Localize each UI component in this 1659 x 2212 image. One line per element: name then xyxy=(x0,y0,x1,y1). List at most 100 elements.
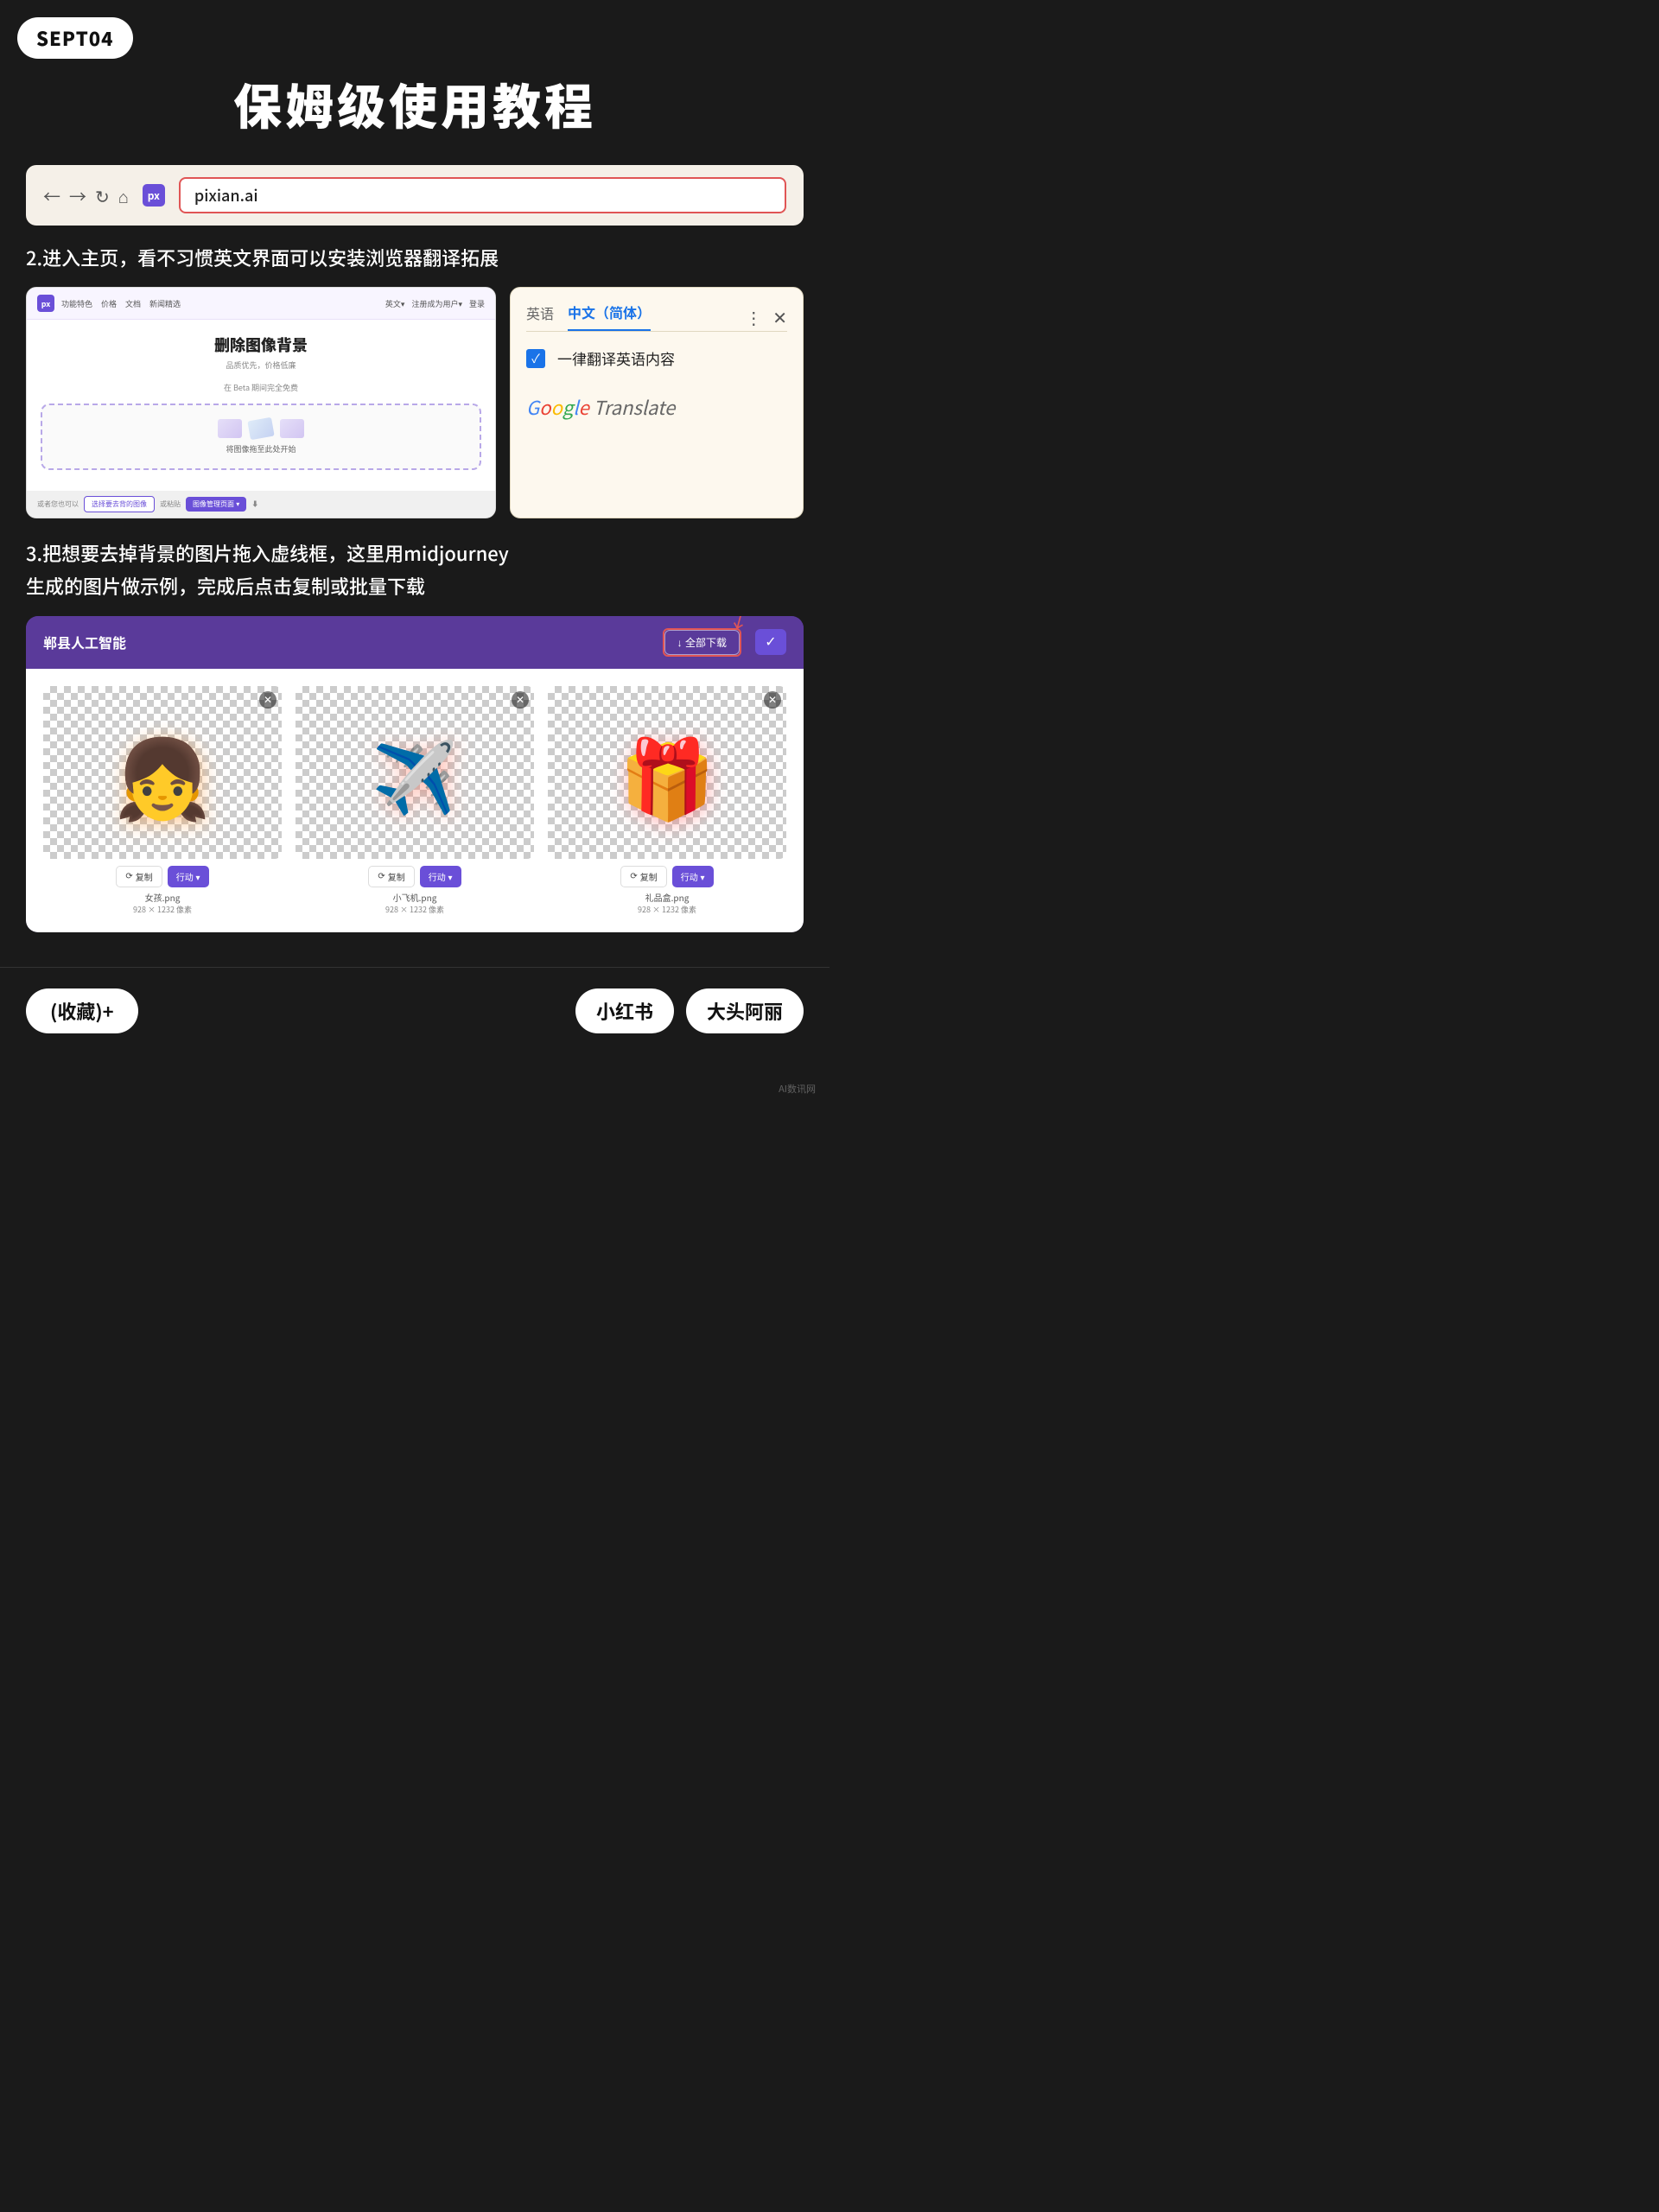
refresh-icon[interactable]: ↻ xyxy=(95,183,110,208)
card-actions-plane: ⟳ 复制 行动 ▾ xyxy=(296,866,534,887)
footer-tag-author: 大头阿丽 xyxy=(686,988,804,1033)
translate-option-text: 一律翻译英语内容 xyxy=(557,347,675,369)
translate-tab-source[interactable]: 英语 xyxy=(526,302,554,330)
download-icon: ⬇ xyxy=(251,499,258,509)
address-bar[interactable]: pixian.ai xyxy=(179,177,786,213)
image-preview-girl: ✕ 👧 xyxy=(43,686,282,859)
step2-description: 2.进入主页，看不习惯英文界面可以安装浏览器翻译拓展 xyxy=(26,243,804,273)
close-icon-girl[interactable]: ✕ xyxy=(259,691,276,709)
action-button-girl[interactable]: 行动 ▾ xyxy=(168,866,209,887)
copy-icon-plane: ⟳ xyxy=(378,872,385,881)
image-preview-gift: ✕ 🎁 xyxy=(548,686,786,859)
translate-tab-target[interactable]: 中文（简体） xyxy=(568,302,651,331)
copy-button-gift[interactable]: ⟳ 复制 xyxy=(620,866,666,887)
close-icon-plane[interactable]: ✕ xyxy=(512,691,529,709)
pixian-site-panel: px 功能特色 价格 文档 新闻精选 英文▾ 注册成为用户▾ 登录 删除图像背景… xyxy=(26,287,496,518)
filesize-girl: 928 × 1232 像素 xyxy=(43,904,282,915)
translate-popup-panel: 英语 中文（简体） ⋮ ✕ ✓ 一律翻译英语内容 Google Translat… xyxy=(510,287,804,518)
image-preview-plane: ✕ ✈️ xyxy=(296,686,534,859)
process-header: 郸县人工智能 ↓ ↓ 全部下载 ✓ xyxy=(26,616,804,669)
copy-button-girl[interactable]: ⟳ 复制 xyxy=(116,866,162,887)
lang-select[interactable]: 英文▾ xyxy=(385,298,405,309)
step3-description: 3.把想要去掉背景的图片拖入虚线框，这里用midjourney生成的图片做示例，… xyxy=(26,537,804,602)
watermark: AI数讯网 xyxy=(779,1082,816,1096)
browser-extension-icon: px xyxy=(143,184,165,207)
image-card-girl: ✕ 👧 ⟳ 复制 行动 ▾ 女孩.png 928 × 1232 像素 xyxy=(43,686,282,915)
copy-button-plane[interactable]: ⟳ 复制 xyxy=(368,866,414,887)
footer-tag-xiaohongshu: 小红书 xyxy=(575,988,674,1033)
filename-plane: 小飞机.png xyxy=(296,891,534,904)
pixian-content: 删除图像背景 品质优先，价格低廉 在 Beta 期间完全免费 将图像拖至此处开始 xyxy=(27,320,495,491)
upload-icon-1 xyxy=(218,419,242,438)
two-panel-section: px 功能特色 价格 文档 新闻精选 英文▾ 注册成为用户▾ 登录 删除图像背景… xyxy=(26,287,804,518)
pixian-logo: px xyxy=(37,295,54,312)
process-panel: 郸县人工智能 ↓ ↓ 全部下载 ✓ ✕ 👧 ⟳ 复制 行动 ▾ xyxy=(26,616,804,932)
plane-image-placeholder: ✈️ xyxy=(372,722,458,823)
action-button-gift[interactable]: 行动 ▾ xyxy=(672,866,714,887)
process-content: ✕ 👧 ⟳ 复制 行动 ▾ 女孩.png 928 × 1232 像素 ✕ ✈️ xyxy=(26,669,804,932)
action-button-plane[interactable]: 行动 ▾ xyxy=(420,866,461,887)
pixian-topbar: px 功能特色 价格 文档 新闻精选 英文▾ 注册成为用户▾ 登录 xyxy=(27,288,495,320)
register-btn[interactable]: 注册成为用户▾ xyxy=(411,298,462,309)
google-o1-letter: o xyxy=(539,393,550,421)
google-translate-logo: Google Translate xyxy=(526,393,787,421)
filename-girl: 女孩.png xyxy=(43,891,282,904)
image-card-plane: ✕ ✈️ ⟳ 复制 行动 ▾ 小飞机.png 928 × 1232 像素 xyxy=(296,686,534,915)
pixian-main-title: 删除图像背景 xyxy=(41,334,481,356)
image-manager-button[interactable]: 图像管理页面 ▾ xyxy=(186,497,246,512)
translate-option: ✓ 一律翻译英语内容 xyxy=(511,332,803,385)
footer-tags: 小红书 大头阿丽 xyxy=(575,988,804,1033)
upload-icon-3 xyxy=(280,419,304,438)
header-badge: SEPT04 xyxy=(17,17,133,59)
image-card-gift: ✕ 🎁 ⟳ 复制 行动 ▾ 礼品盒.png 928 × 1232 像素 xyxy=(548,686,786,915)
close-icon-gift[interactable]: ✕ xyxy=(764,691,781,709)
download-btn-wrapper: ↓ 全部下载 xyxy=(663,628,741,657)
page-title: 保姆级使用教程 xyxy=(0,69,830,139)
or-paste-label: 或粘贴 xyxy=(160,499,181,509)
footer-collect-label: (收藏)+ xyxy=(26,988,138,1033)
translate-checkbox[interactable]: ✓ xyxy=(526,349,545,368)
translate-word: Translate xyxy=(594,393,676,421)
nav-item-features: 功能特色 xyxy=(61,298,92,309)
google-o2-letter: o xyxy=(551,393,563,421)
page-footer: (收藏)+ 小红书 大头阿丽 xyxy=(0,967,830,1054)
translate-header: 英语 中文（简体） ⋮ ✕ xyxy=(511,288,803,331)
upload-icons xyxy=(56,419,466,438)
girl-image-placeholder: 👧 xyxy=(114,716,211,829)
pixian-nav-right: 英文▾ 注册成为用户▾ 登录 xyxy=(385,298,485,309)
pixian-sub1: 品质优先，价格低廉 xyxy=(41,359,481,372)
nav-item-news: 新闻精选 xyxy=(149,298,181,309)
filesize-gift: 928 × 1232 像素 xyxy=(548,904,786,915)
back-icon[interactable]: ← xyxy=(43,183,60,208)
pixian-footer-bar: 或者您也可以 选择要去背的图像 或粘贴 图像管理页面 ▾ ⬇ xyxy=(27,491,495,518)
copy-icon-gift: ⟳ xyxy=(630,872,637,881)
translate-close-icon[interactable]: ✕ xyxy=(772,304,787,329)
login-btn[interactable]: 登录 xyxy=(469,298,485,309)
upload-text: 将图像拖至此处开始 xyxy=(56,443,466,454)
pixian-sub2: 在 Beta 期间完全免费 xyxy=(41,382,481,394)
translate-more-icon[interactable]: ⋮ xyxy=(745,304,762,329)
copy-label-plane: 复制 xyxy=(388,870,405,883)
check-button[interactable]: ✓ xyxy=(755,629,786,655)
select-image-button[interactable]: 选择要去背的图像 xyxy=(84,496,155,512)
process-header-title: 郸县人工智能 xyxy=(43,632,663,652)
forward-icon[interactable]: → xyxy=(69,183,86,208)
nav-item-docs: 文档 xyxy=(125,298,141,309)
home-icon[interactable]: ⌂ xyxy=(118,183,129,208)
copy-label-girl: 复制 xyxy=(136,870,153,883)
copy-label-gift: 复制 xyxy=(640,870,658,883)
browser-bar: ← → ↻ ⌂ px pixian.ai xyxy=(26,165,804,226)
card-actions-girl: ⟳ 复制 行动 ▾ xyxy=(43,866,282,887)
filename-gift: 礼品盒.png xyxy=(548,891,786,904)
translate-actions: ⋮ ✕ xyxy=(745,304,787,329)
google-g2-letter: g xyxy=(563,393,573,421)
download-all-button[interactable]: ↓ 全部下载 xyxy=(664,630,740,655)
google-g-letter: G xyxy=(526,393,539,421)
filesize-plane: 928 × 1232 像素 xyxy=(296,904,534,915)
pixian-nav: 功能特色 价格 文档 新闻精选 xyxy=(61,298,181,309)
pixian-upload-zone[interactable]: 将图像拖至此处开始 xyxy=(41,404,481,470)
footer-label: 或者您也可以 xyxy=(37,499,79,509)
gift-image-placeholder: 🎁 xyxy=(619,716,715,829)
card-actions-gift: ⟳ 复制 行动 ▾ xyxy=(548,866,786,887)
upload-icon-2 xyxy=(247,417,274,441)
